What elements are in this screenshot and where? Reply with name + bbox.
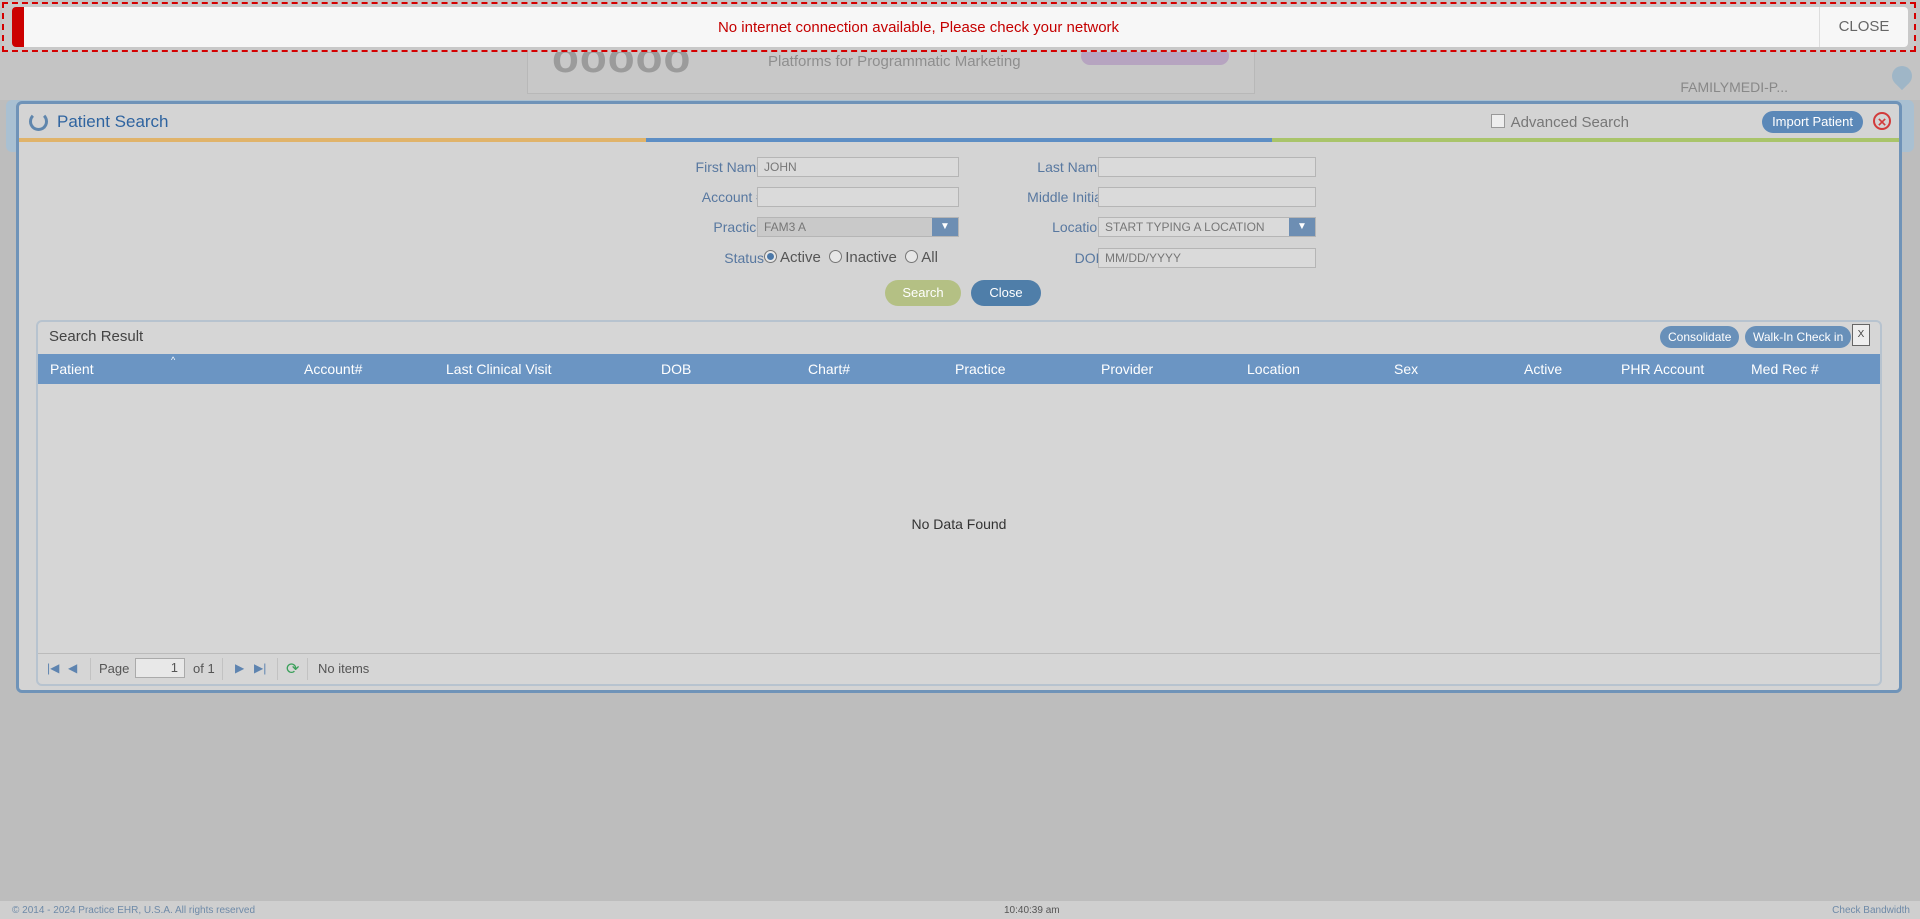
column-patient[interactable]: Patient [50, 361, 94, 377]
location-input[interactable]: START TYPING A LOCATION ▼ [1098, 217, 1316, 237]
search-button[interactable]: Search [885, 280, 961, 306]
pager-divider [307, 658, 308, 680]
search-result-panel: Search Result Consolidate Walk-In Check … [36, 320, 1882, 686]
account-input[interactable] [757, 187, 959, 207]
last-page-icon[interactable]: ▶| [254, 661, 266, 675]
alert-message: No internet connection available, Please… [717, 19, 1120, 36]
account-label: Account # [701, 189, 764, 205]
column-dob[interactable]: DOB [661, 361, 691, 377]
last-name-label: Last Name [1037, 159, 1105, 175]
advanced-search-label: Advanced Search [1510, 114, 1629, 131]
status-inactive-radio[interactable] [829, 250, 843, 263]
modal-header: Patient Search Advanced Search Import Pa… [19, 104, 1900, 142]
pager-divider [90, 658, 91, 680]
first-name-input[interactable]: JOHN [757, 157, 959, 177]
practice-value: FAM3 A [764, 220, 807, 234]
pager-divider [222, 658, 223, 680]
pager-items-text: No items [318, 661, 370, 676]
pager-divider [277, 658, 278, 680]
column-practice[interactable]: Practice [955, 361, 1006, 377]
advanced-search-toggle[interactable]: Advanced Search [1490, 114, 1629, 131]
middle-initial-input[interactable] [1098, 187, 1316, 207]
prev-page-icon[interactable]: ◀ [68, 661, 77, 675]
check-bandwidth-link[interactable]: Check Bandwidth [1832, 905, 1910, 916]
consolidate-button[interactable]: Consolidate [1660, 326, 1740, 348]
search-result-title: Search Result [49, 328, 144, 345]
status-active-label: Active [780, 249, 821, 266]
no-data-message: No Data Found [911, 516, 1007, 532]
alert-body: No internet connection available, Please… [12, 7, 1908, 47]
status-inactive-label: Inactive [845, 249, 897, 266]
column-account[interactable]: Account# [304, 361, 362, 377]
status-all-radio[interactable] [905, 250, 919, 263]
pager: |◀ ◀ Page 1 of 1 ▶ ▶| ⟳ No items [38, 653, 1880, 684]
first-name-label: First Name [695, 159, 764, 175]
column-last-clinical-visit[interactable]: Last Clinical Visit [446, 361, 552, 377]
last-name-input[interactable] [1098, 157, 1316, 177]
status-label: Status [724, 250, 764, 266]
close-circle-icon[interactable]: × [1873, 112, 1891, 131]
ad-text: Platforms for Programmatic Marketing [768, 53, 1021, 70]
status-radio-group: Active Inactive All [764, 249, 938, 266]
walk-in-check-in-button[interactable]: Walk-In Check in [1745, 326, 1852, 348]
page-of-label: of 1 [193, 661, 215, 676]
column-sex[interactable]: Sex [1394, 361, 1418, 377]
status-active-radio[interactable] [764, 250, 777, 263]
column-phr-account[interactable]: PHR Account [1621, 361, 1704, 377]
column-active[interactable]: Active [1524, 361, 1562, 377]
location-pin-icon[interactable] [1887, 61, 1917, 91]
column-location[interactable]: Location [1247, 361, 1300, 377]
close-button[interactable]: Close [971, 280, 1041, 306]
practice-label: Practice [713, 219, 764, 235]
user-label[interactable]: FAMILYMEDI-P... [1680, 79, 1788, 95]
middle-initial-label: Middle Initial [1027, 189, 1105, 205]
clock-text: 10:40:39 am [1004, 905, 1060, 916]
dob-input[interactable]: MM/DD/YYYY [1098, 248, 1316, 268]
chevron-down-icon[interactable]: ▼ [1289, 218, 1315, 236]
app-footer: © 2014 - 2024 Practice EHR, U.S.A. All r… [0, 901, 1920, 919]
status-all-label: All [921, 249, 938, 266]
loading-spinner-icon [29, 112, 48, 131]
column-provider[interactable]: Provider [1101, 361, 1153, 377]
location-label: Location [1052, 219, 1105, 235]
network-alert: No internet connection available, Please… [2, 2, 1916, 52]
chevron-down-icon[interactable]: ▼ [932, 218, 958, 236]
import-patient-button[interactable]: Import Patient [1762, 111, 1863, 133]
dob-label: DOB [1074, 250, 1105, 266]
copyright-text: © 2014 - 2024 Practice EHR, U.S.A. All r… [12, 905, 256, 916]
page-input[interactable]: 1 [135, 658, 185, 678]
header-color-bar [19, 138, 1900, 142]
column-med-rec[interactable]: Med Rec # [1751, 361, 1819, 377]
page-label: Page [99, 661, 130, 676]
column-chart[interactable]: Chart# [808, 361, 850, 377]
first-page-icon[interactable]: |◀ [47, 661, 59, 675]
refresh-icon[interactable]: ⟳ [286, 659, 299, 679]
location-placeholder: START TYPING A LOCATION [1105, 220, 1265, 234]
alert-close-button[interactable]: CLOSE [1819, 7, 1908, 47]
practice-select[interactable]: FAM3 A ▼ [757, 217, 959, 237]
next-page-icon[interactable]: ▶ [235, 661, 244, 675]
patient-search-modal: Patient Search Advanced Search Import Pa… [16, 101, 1902, 693]
grid-header: Patient ^ Account# Last Clinical Visit D… [38, 354, 1880, 384]
modal-title: Patient Search [57, 112, 169, 131]
advanced-search-checkbox[interactable] [1490, 114, 1505, 128]
sort-indicator-icon: ^ [171, 355, 176, 365]
excel-export-icon[interactable]: X [1852, 324, 1870, 346]
